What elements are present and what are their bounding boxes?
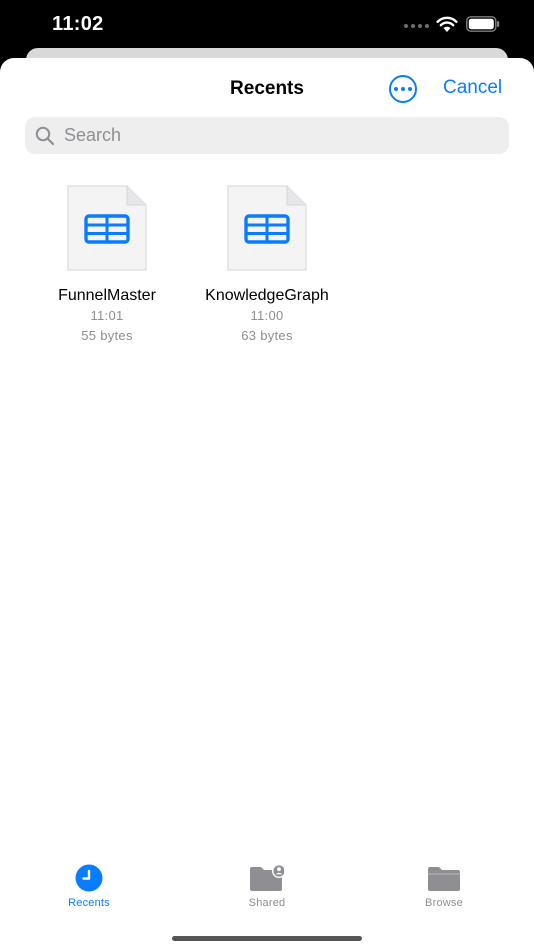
ellipsis-icon [394, 87, 398, 91]
search-icon [35, 126, 55, 145]
battery-icon [466, 16, 500, 32]
status-time: 11:02 [52, 13, 104, 35]
search-bar[interactable] [25, 117, 509, 154]
wifi-icon [436, 16, 458, 32]
folder-icon [428, 867, 460, 891]
cancel-button[interactable]: Cancel [443, 77, 502, 99]
spreadsheet-icon [67, 185, 147, 271]
file-item-funnelmaster[interactable]: FunnelMaster 11:01 55 bytes [37, 185, 177, 346]
document-picker-sheet: Recents Cancel FunnelMaster 11:01 55 byt… [0, 58, 534, 950]
file-item-knowledgegraph[interactable]: KnowledgeGraph 11:00 63 bytes [197, 185, 337, 346]
tab-browse[interactable]: Browse [394, 864, 494, 909]
file-modified-time: 11:00 [250, 308, 284, 323]
shared-folder-icon [250, 864, 284, 891]
status-bar: 11:02 [0, 0, 534, 50]
tab-label: Recents [68, 897, 110, 909]
file-name: FunnelMaster [58, 287, 156, 304]
tab-label: Browse [425, 897, 463, 909]
tab-bar: Recents Shared Browse [0, 864, 534, 934]
spreadsheet-icon [227, 185, 307, 271]
file-size: 55 bytes [81, 328, 133, 343]
file-modified-time: 11:01 [90, 308, 124, 323]
cellular-signal-icon [404, 24, 429, 28]
more-options-button[interactable] [389, 75, 417, 103]
tab-label: Shared [248, 897, 286, 909]
home-indicator[interactable] [172, 936, 362, 941]
search-input[interactable] [64, 125, 484, 146]
file-name: KnowledgeGraph [205, 287, 329, 304]
file-size: 63 bytes [241, 328, 293, 343]
tab-shared[interactable]: Shared [217, 864, 317, 909]
clock-icon [75, 864, 103, 892]
tab-recents[interactable]: Recents [39, 864, 139, 909]
